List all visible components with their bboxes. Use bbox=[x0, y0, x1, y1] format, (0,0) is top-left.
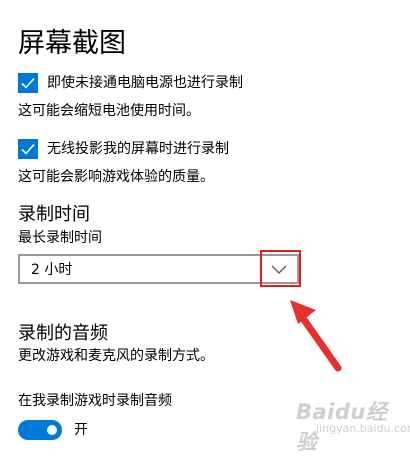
record-audio-toggle-state: 开 bbox=[74, 422, 88, 438]
record-wireless-label[interactable]: 无线投影我的屏幕时进行录制 bbox=[47, 139, 229, 159]
record-length-selected-value: 2 小时 bbox=[31, 262, 73, 278]
record-on-battery-label[interactable]: 即使未接通电脑电源也进行录制 bbox=[47, 73, 243, 93]
record-wireless-checkbox-row[interactable]: 无线投影我的屏幕时进行录制 bbox=[18, 139, 229, 159]
page-title: 屏幕截图 bbox=[18, 28, 126, 59]
audio-heading: 录制的音频 bbox=[18, 323, 108, 344]
record-length-heading: 录制时间 bbox=[18, 204, 90, 225]
record-on-battery-description: 这可能会缩短电池使用时间。 bbox=[18, 103, 200, 119]
checkmark-icon bbox=[21, 77, 35, 89]
record-audio-toggle[interactable] bbox=[18, 420, 62, 440]
audio-description: 更改游戏和麦克风的录制方式。 bbox=[18, 348, 214, 364]
record-length-field-label: 最长录制时间 bbox=[18, 230, 102, 246]
annotation-highlight-box bbox=[260, 250, 301, 287]
toggle-knob bbox=[47, 425, 57, 435]
record-audio-label: 在我录制游戏时录制音频 bbox=[18, 393, 172, 409]
annotation-arrow-icon bbox=[290, 300, 342, 372]
record-on-battery-checkbox[interactable] bbox=[18, 73, 38, 93]
record-on-battery-checkbox-row[interactable]: 即使未接通电脑电源也进行录制 bbox=[18, 73, 243, 93]
record-wireless-checkbox[interactable] bbox=[18, 139, 38, 159]
watermark-url: jingyan.baidu.com bbox=[316, 422, 410, 435]
checkmark-icon bbox=[21, 143, 35, 155]
record-length-dropdown[interactable]: 2 小时 bbox=[18, 254, 299, 284]
record-wireless-description: 这可能会影响游戏体验的质量。 bbox=[18, 169, 214, 185]
watermark-logo: Baidu经验 jingyan.baidu.com bbox=[290, 392, 410, 454]
